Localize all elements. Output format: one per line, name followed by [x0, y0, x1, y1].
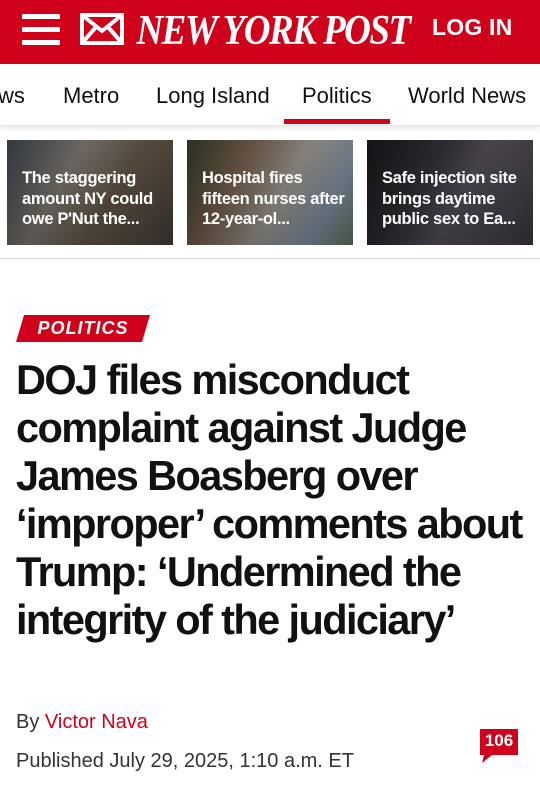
trending-card[interactable]: Safe injection site brings daytime publi…: [367, 140, 533, 245]
trending-card-title: Hospital fires fifteen nurses after 12-y…: [202, 169, 345, 228]
login-button[interactable]: LOG IN: [432, 14, 512, 44]
byline: By Victor Nava: [16, 711, 148, 734]
trending-stories: The staggering amount NY could owe P'Nut…: [0, 138, 540, 248]
hamburger-menu-icon[interactable]: [22, 13, 62, 49]
byline-prefix: By: [16, 711, 45, 733]
nav-item-news[interactable]: ws: [0, 83, 25, 109]
section-nav: ws Metro Long Island Politics World News: [0, 64, 540, 126]
nav-item-world-news[interactable]: World News: [408, 83, 526, 109]
published-date: Published July 29, 2025, 1:10 a.m. ET: [16, 750, 354, 772]
top-bar: NEW YORK POST LOG IN: [0, 0, 540, 64]
active-tab-indicator: [284, 119, 390, 124]
trending-card[interactable]: The staggering amount NY could owe P'Nut…: [7, 140, 173, 245]
section-badge-label: POLITICS: [37, 318, 129, 338]
divider: [0, 258, 540, 259]
trending-card-title: Safe injection site brings daytime publi…: [382, 169, 517, 228]
author-link[interactable]: Victor Nava: [45, 711, 148, 733]
article-headline: DOJ files misconduct complaint against J…: [16, 356, 523, 643]
new-york-post-logo[interactable]: NEW YORK POST: [136, 4, 411, 56]
mail-icon[interactable]: [80, 13, 124, 45]
nav-item-politics[interactable]: Politics: [302, 83, 372, 109]
comment-count[interactable]: 106: [478, 731, 520, 751]
section-badge[interactable]: POLITICS: [16, 315, 150, 342]
trending-card-title: The staggering amount NY could owe P'Nut…: [22, 169, 153, 228]
nav-item-long-island[interactable]: Long Island: [156, 83, 270, 109]
nav-item-metro[interactable]: Metro: [63, 83, 119, 109]
logo-wordmark: NEW YORK POST: [136, 6, 411, 54]
trending-card[interactable]: Hospital fires fifteen nurses after 12-y…: [187, 140, 353, 245]
